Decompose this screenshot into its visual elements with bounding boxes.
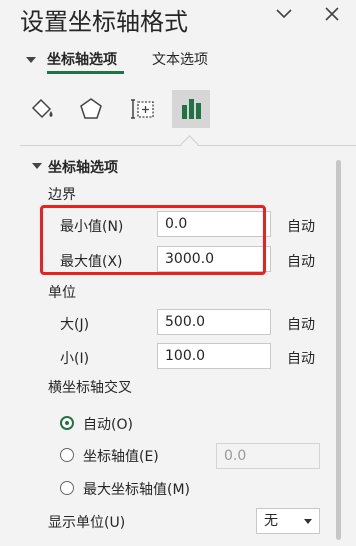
axis-options-bar-chart-icon[interactable] <box>172 90 210 128</box>
major-unit-label: 大(J) <box>60 317 90 333</box>
min-auto-button[interactable]: 自动 <box>287 216 315 236</box>
major-auto-button[interactable]: 自动 <box>287 314 315 334</box>
radio-max-axis-value[interactable] <box>60 481 74 495</box>
tab-text-options[interactable]: 文本选项 <box>152 49 208 69</box>
scrollbar-thumb[interactable] <box>336 160 341 540</box>
pane-title: 设置坐标轴格式 <box>20 8 188 36</box>
effects-pentagon-icon[interactable] <box>72 90 110 128</box>
tab-axis-options[interactable]: 坐标轴选项 <box>47 49 117 69</box>
bounds-label: 边界 <box>48 187 76 203</box>
radio-max-axis-value-label[interactable]: 最大坐标轴值(M) <box>83 479 190 499</box>
major-unit-input[interactable]: 500.0 <box>157 309 271 335</box>
axis-value-input[interactable]: 0.0 <box>216 443 320 469</box>
section-title[interactable]: 坐标轴选项 <box>48 157 118 177</box>
minor-unit-input[interactable]: 100.0 <box>157 343 271 369</box>
tab-active-indicator <box>47 71 124 74</box>
size-properties-icon[interactable] <box>124 90 162 128</box>
radio-axis-value[interactable] <box>60 448 74 462</box>
radio-axis-value-label[interactable]: 坐标轴值(E) <box>83 446 159 466</box>
options-dropdown-icon[interactable] <box>26 57 36 63</box>
radio-auto-label[interactable]: 自动(O) <box>83 414 133 434</box>
close-icon[interactable] <box>320 2 344 26</box>
max-auto-button[interactable]: 自动 <box>287 251 315 271</box>
section-collapse-icon[interactable] <box>32 163 42 169</box>
display-units-label: 显示单位(U) <box>48 515 126 531</box>
minor-unit-label: 小(I) <box>60 351 90 367</box>
red-highlight-box <box>40 205 266 275</box>
chevron-down-icon[interactable] <box>272 2 296 26</box>
display-units-select[interactable]: 无 <box>256 508 320 534</box>
units-label: 单位 <box>48 285 76 301</box>
axis-cross-label: 横坐标轴交叉 <box>48 380 132 396</box>
active-pointer <box>180 135 199 154</box>
radio-auto[interactable] <box>60 416 74 430</box>
fill-line-icon[interactable] <box>23 90 61 128</box>
display-units-value: 无 <box>264 513 278 529</box>
minor-auto-button[interactable]: 自动 <box>287 348 315 368</box>
chevron-down-icon <box>304 519 312 524</box>
